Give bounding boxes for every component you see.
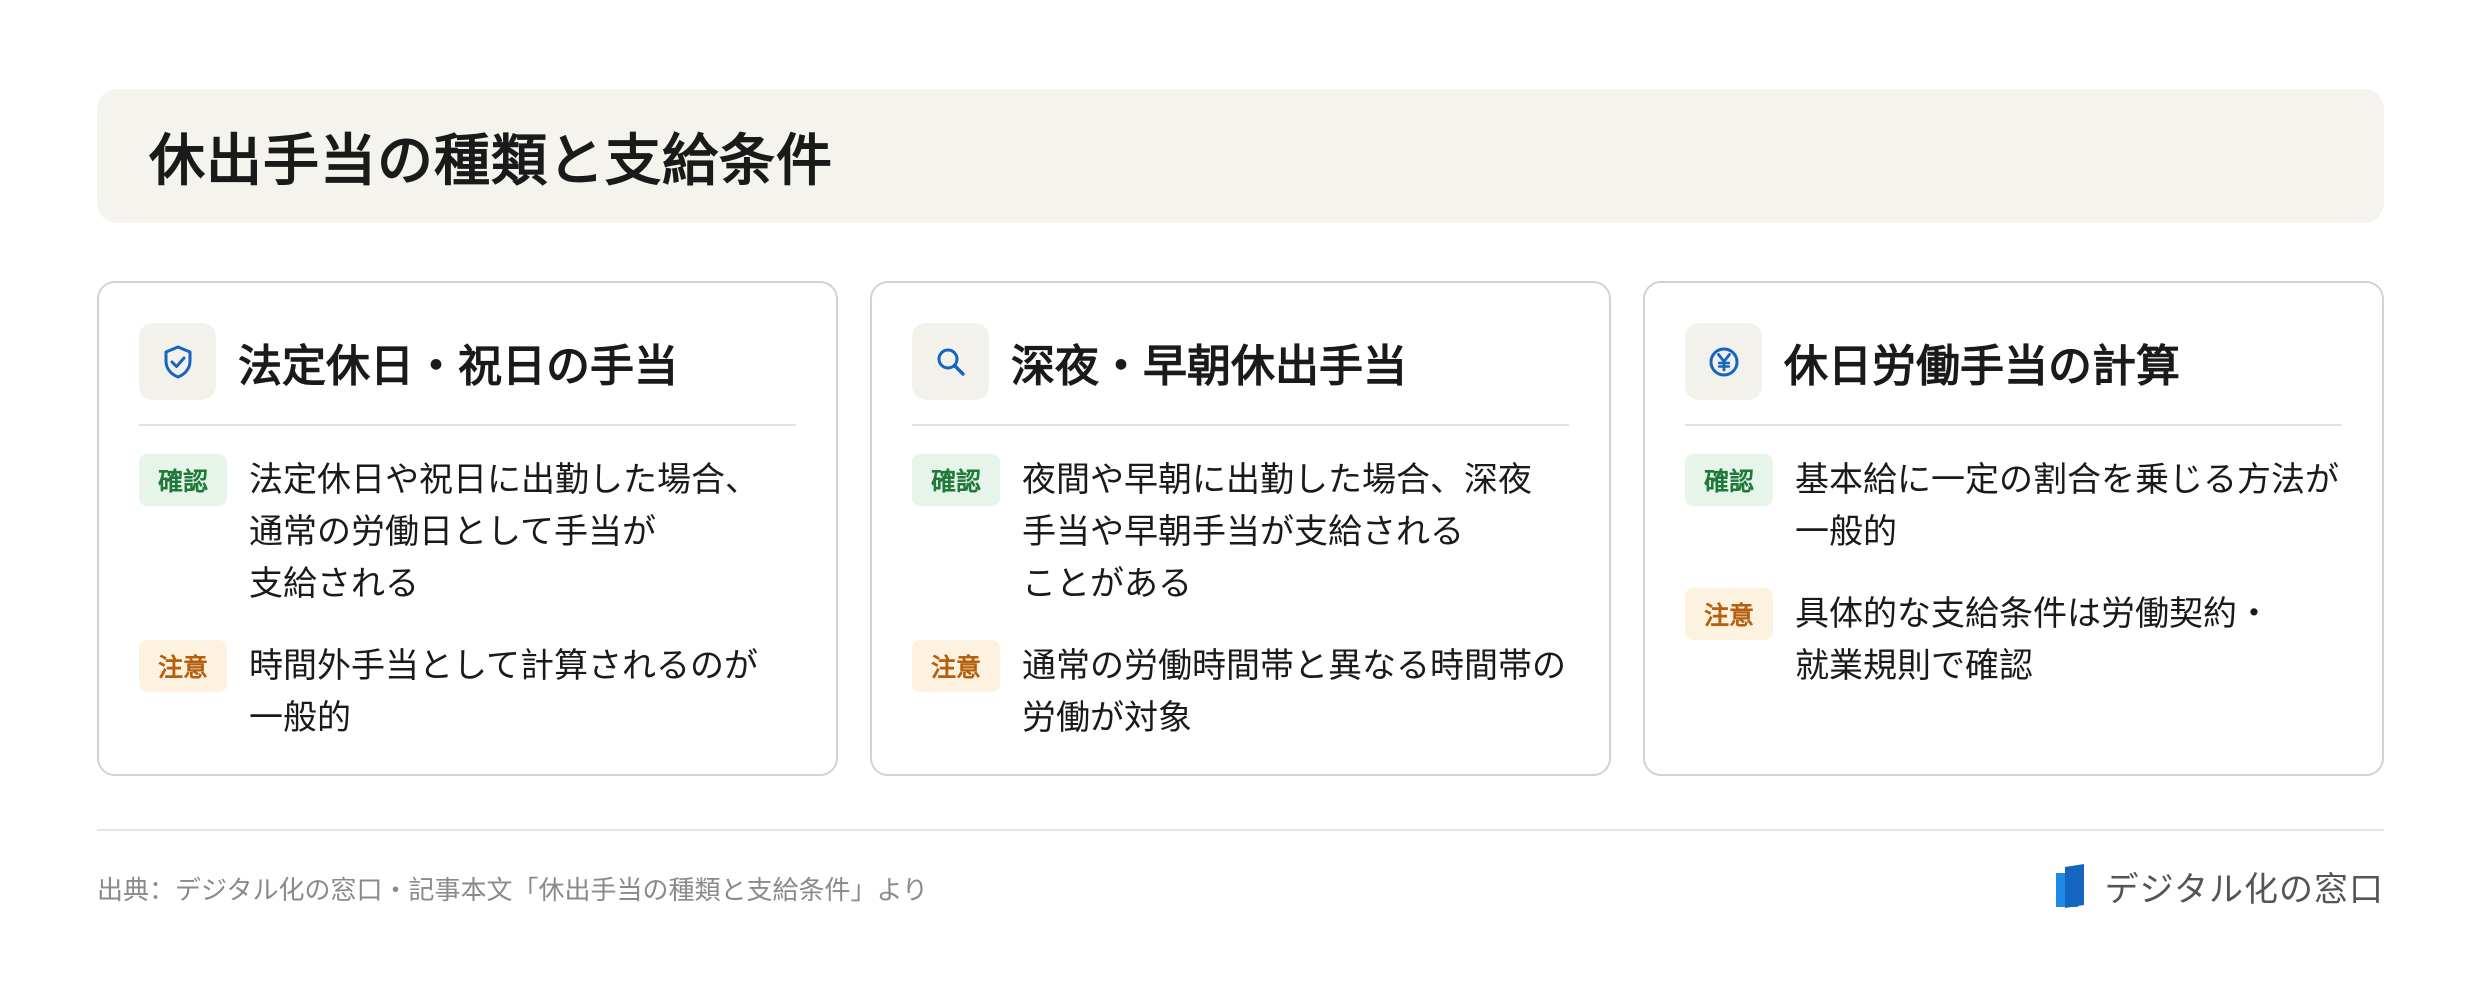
text-line: 時間外手当として計算されるのが [249,646,758,686]
text-line: 就業規則で確認 [1795,646,2033,686]
text-line: 法定休日や祝日に出勤した場合、 [249,460,759,500]
text-line: 支給される [249,564,419,604]
confirm-badge: 確認 [1685,454,1773,506]
card-title: 深夜・早朝休出手当 [1011,340,1407,392]
text-line: 労働が対象 [1022,698,1192,738]
card-divider [1685,424,2342,426]
text-line: 通常の労働時間帯と異なる時間帯の [1022,646,1566,686]
card-holiday-work-calc: 休日労働手当の計算 確認 基本給に一定の割合を乗じる方法が 一般的 注意 具体的… [1643,281,2384,776]
info-row-note: 注意 具体的な支給条件は労働契約・ 就業規則で確認 [1685,588,2342,692]
card-title: 休日労働手当の計算 [1784,340,2180,392]
source-citation: 出典：デジタル化の窓口・記事本文「休出手当の種類と支給条件」より [97,876,928,906]
row-text: 時間外手当として計算されるのが 一般的 [249,640,758,744]
row-text: 具体的な支給条件は労働契約・ 就業規則で確認 [1795,588,2271,692]
info-row-note: 注意 時間外手当として計算されるのが 一般的 [139,640,796,744]
brand-name: デジタル化の窓口 [2104,870,2384,910]
card-legal-holiday: 法定休日・祝日の手当 確認 法定休日や祝日に出勤した場合、 通常の労働日として手… [97,281,838,776]
brand-logo-icon [2055,863,2084,908]
card-header: 法定休日・祝日の手当 [139,323,796,400]
page-title: 休出手当の種類と支給条件 [149,128,833,194]
row-text: 通常の労働時間帯と異なる時間帯の 労働が対象 [1022,640,1566,744]
info-row-confirm: 確認 基本給に一定の割合を乗じる方法が 一般的 [1685,454,2342,558]
text-line: ことがある [1022,564,1192,604]
row-text: 基本給に一定の割合を乗じる方法が 一般的 [1795,454,2339,558]
confirm-badge: 確認 [139,454,227,506]
text-line: 手当や早朝手当が支給される [1022,512,1464,552]
info-row-note: 注意 通常の労働時間帯と異なる時間帯の 労働が対象 [912,640,1569,744]
text-line: 一般的 [249,698,351,738]
search-icon [912,323,989,400]
confirm-badge: 確認 [912,454,1000,506]
card-header: 休日労働手当の計算 [1685,323,2342,400]
text-line: 通常の労働日として手当が [249,512,656,552]
note-badge: 注意 [912,640,1000,692]
brand: デジタル化の窓口 [2053,862,2384,911]
card-title: 法定休日・祝日の手当 [238,340,678,392]
card-night-early: 深夜・早朝休出手当 確認 夜間や早朝に出勤した場合、深夜 手当や早朝手当が支給さ… [870,281,1611,776]
row-text: 法定休日や祝日に出勤した場合、 通常の労働日として手当が 支給される [249,454,759,610]
note-badge: 注意 [139,640,227,692]
text-line: 具体的な支給条件は労働契約・ [1795,594,2271,634]
text-line: 夜間や早朝に出勤した場合、深夜 [1022,460,1532,500]
yen-icon [1685,323,1762,400]
footer-divider [97,829,2384,831]
text-line: 一般的 [1795,512,1897,552]
card-divider [139,424,796,426]
card-header: 深夜・早朝休出手当 [912,323,1569,400]
text-line: 基本給に一定の割合を乗じる方法が [1795,460,2339,500]
title-bar: 休出手当の種類と支給条件 [97,89,2384,223]
row-text: 夜間や早朝に出勤した場合、深夜 手当や早朝手当が支給される ことがある [1022,454,1532,610]
card-divider [912,424,1569,426]
note-badge: 注意 [1685,588,1773,640]
shield-check-icon [139,323,216,400]
info-row-confirm: 確認 夜間や早朝に出勤した場合、深夜 手当や早朝手当が支給される ことがある [912,454,1569,610]
info-row-confirm: 確認 法定休日や祝日に出勤した場合、 通常の労働日として手当が 支給される [139,454,796,610]
